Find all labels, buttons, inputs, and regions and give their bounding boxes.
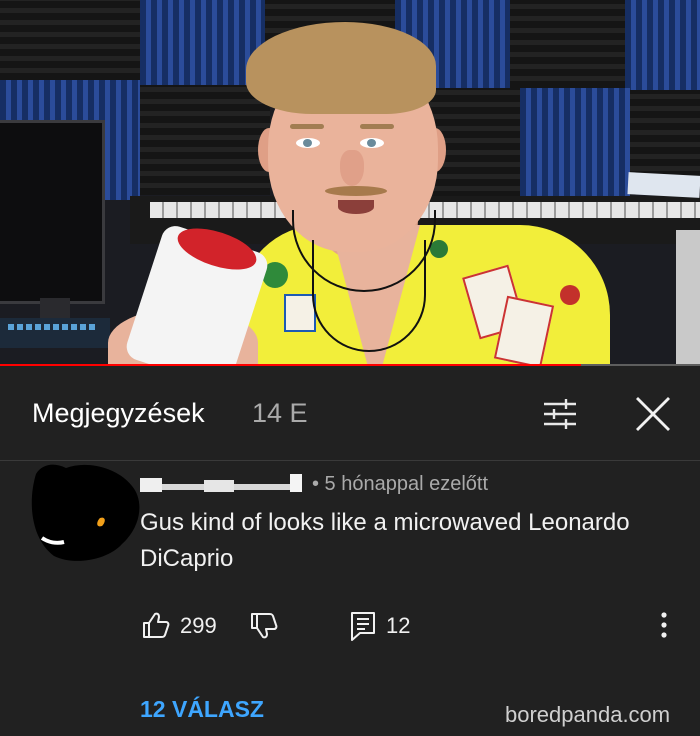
watermark: boredpanda.com (505, 702, 671, 727)
redaction-mark (204, 480, 234, 492)
view-replies-button[interactable]: 12 VÁLASZ (140, 696, 264, 723)
hair (246, 22, 436, 114)
like-count: 299 (180, 613, 217, 638)
eye (296, 138, 320, 148)
thumbs-down-icon[interactable] (250, 612, 278, 645)
more-vertical-icon[interactable] (658, 610, 670, 645)
reply-count: 12 (386, 613, 411, 638)
nose (340, 150, 364, 186)
shirt-pattern (430, 240, 448, 258)
video-progress-bar[interactable] (0, 364, 700, 366)
video-progress-fill (0, 364, 581, 366)
earphone-cable (312, 240, 426, 352)
shirt-pattern (560, 285, 580, 305)
video-player[interactable] (0, 0, 700, 366)
comments-count: 14 E (252, 398, 308, 428)
mic-stand (676, 230, 700, 366)
acoustic-foam-panel (0, 0, 140, 80)
comments-header: Megjegyzések 14 E (0, 368, 700, 461)
acoustic-foam-panel (510, 0, 625, 88)
eyebrow (360, 124, 394, 129)
acoustic-foam-panel (520, 88, 630, 198)
redaction-mark (140, 478, 162, 492)
shirt-badge-print (284, 294, 316, 332)
sheet-paper (627, 172, 700, 198)
monitor-stand (40, 298, 70, 318)
eyebrow (290, 124, 324, 129)
comment-timestamp: • 5 hónappal ezelőtt (312, 473, 489, 495)
acoustic-foam-panel (140, 85, 270, 195)
eye (360, 138, 384, 148)
mustache (325, 186, 387, 196)
comments-title: Megjegyzések (32, 398, 205, 428)
close-icon[interactable] (634, 395, 672, 433)
reply-comment-icon[interactable] (350, 611, 376, 646)
redaction-mark (290, 474, 302, 492)
thumbs-up-icon[interactable] (142, 611, 170, 644)
acoustic-foam-panel (625, 0, 700, 90)
studio-monitor (0, 120, 105, 304)
sort-filter-icon[interactable] (542, 398, 578, 430)
computer-keyboard (0, 318, 110, 348)
comment-text: Gus kind of looks like a microwaved Leon… (140, 509, 630, 572)
avatar[interactable] (26, 460, 146, 564)
comment-actions: 299 12 (0, 604, 700, 648)
author-name-redacted[interactable] (140, 472, 306, 498)
